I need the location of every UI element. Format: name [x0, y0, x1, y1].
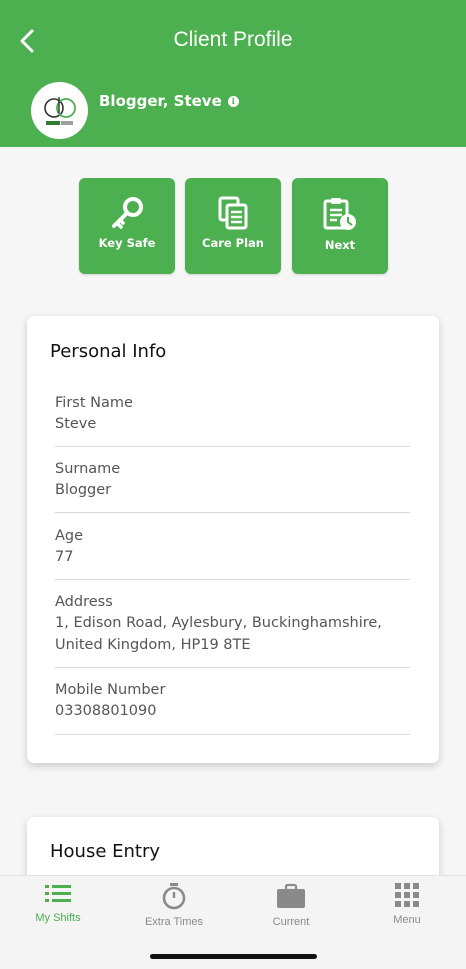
tab-extra-times[interactable]: Extra Times — [116, 876, 232, 946]
client-name-row: Blogger, Steve i — [99, 92, 239, 110]
tab-my-shifts[interactable]: My Shifts — [0, 876, 116, 946]
field-mobile-number: Mobile Number 03308801090 — [55, 680, 410, 735]
personal-info-card: Personal Info First Name Steve Surname B… — [27, 316, 439, 763]
tab-label: Current — [272, 916, 310, 928]
field-value: Steve — [55, 416, 97, 432]
field-value: 1, Edison Road, Aylesbury, Buckinghamshi… — [55, 615, 382, 653]
key-safe-label: Key Safe — [98, 236, 156, 250]
field-value: 03308801090 — [55, 703, 157, 719]
tab-label: Menu — [393, 914, 421, 926]
stopwatch-icon — [162, 883, 186, 910]
grid-icon — [395, 883, 419, 907]
field-label: Mobile Number — [55, 682, 166, 698]
personal-info-title: Personal Info — [50, 341, 167, 362]
avatar — [31, 82, 88, 139]
house-entry-title: House Entry — [50, 841, 161, 862]
care-plan-button[interactable]: Care Plan — [185, 178, 281, 274]
app-header: Client Profile Blogger, Steve i — [0, 0, 466, 147]
home-indicator — [150, 954, 317, 959]
field-age: Age 77 — [55, 526, 410, 580]
field-value: 77 — [55, 549, 74, 565]
field-address: Address 1, Edison Road, Aylesbury, Bucki… — [55, 592, 410, 668]
documents-icon — [218, 196, 248, 230]
list-icon — [45, 885, 71, 902]
field-surname: Surname Blogger — [55, 459, 410, 513]
tab-label: Extra Times — [144, 916, 204, 928]
field-label: First Name — [55, 395, 133, 411]
field-label: Age — [55, 528, 84, 544]
care-plan-label: Care Plan — [202, 236, 264, 250]
clipboard-clock-icon — [323, 198, 356, 230]
field-first-name: First Name Steve — [55, 393, 410, 447]
tab-label: My Shifts — [35, 912, 81, 924]
tab-menu[interactable]: Menu — [349, 876, 465, 946]
key-safe-button[interactable]: Key Safe — [79, 178, 175, 274]
next-button[interactable]: Next — [292, 178, 388, 274]
field-value: Blogger — [55, 482, 112, 498]
next-label: Next — [324, 238, 356, 252]
client-name: Blogger, Steve — [99, 92, 222, 110]
tab-current[interactable]: Current — [233, 876, 349, 946]
info-icon[interactable]: i — [227, 95, 239, 107]
key-icon — [112, 197, 143, 229]
brand-logo-icon — [43, 96, 76, 125]
page-title: Client Profile — [173, 28, 293, 51]
field-label: Address — [55, 594, 113, 610]
briefcase-icon — [277, 883, 305, 908]
field-label: Surname — [55, 461, 121, 477]
